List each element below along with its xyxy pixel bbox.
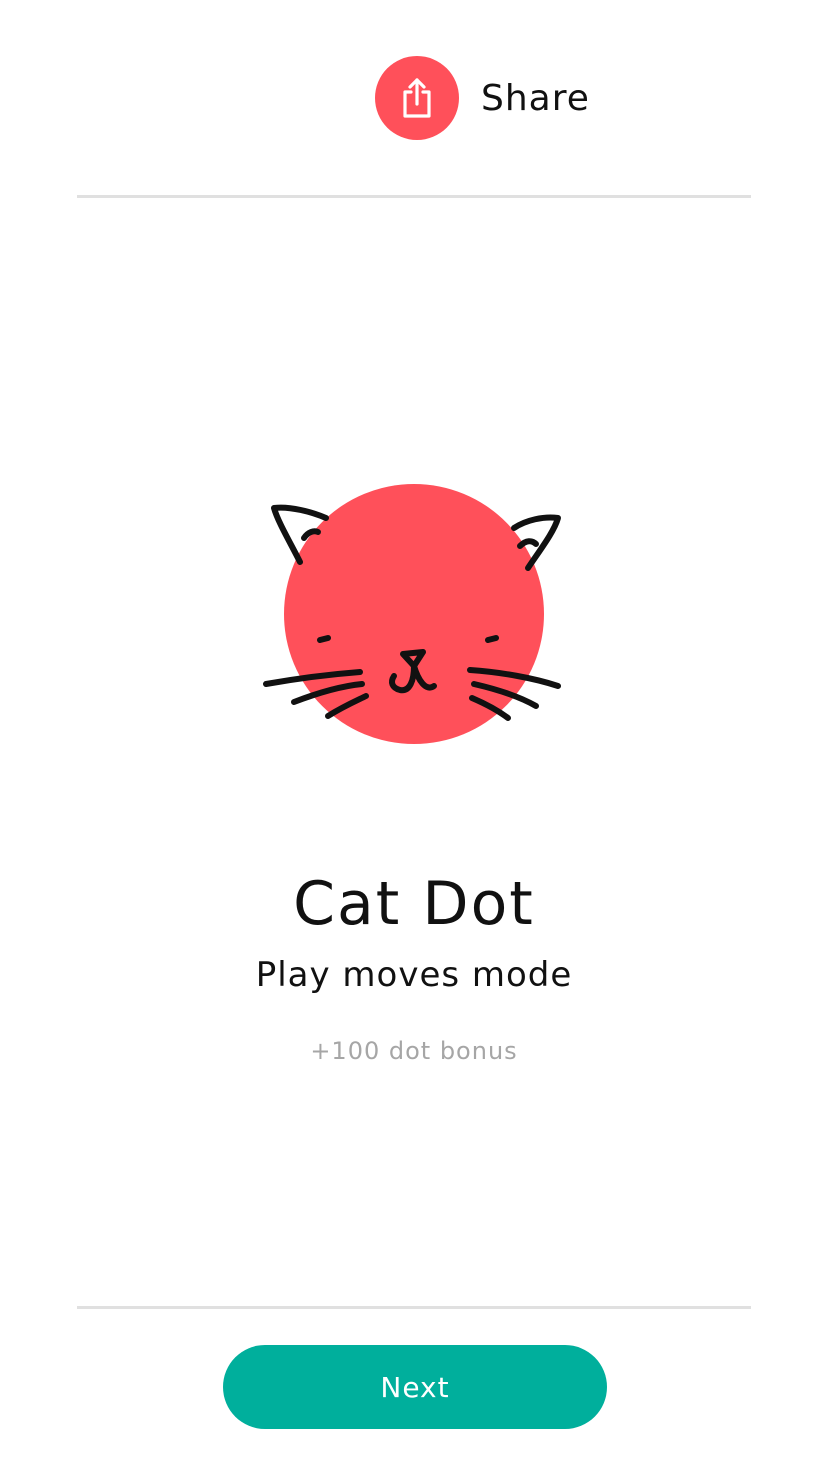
dot-subtitle: Play moves mode — [255, 955, 573, 995]
cat-face-icon — [263, 484, 561, 744]
bottom-divider — [77, 1306, 751, 1309]
share-icon-circle[interactable] — [375, 56, 459, 140]
dot-title: Cat Dot — [293, 869, 535, 939]
next-button[interactable]: Next — [223, 1345, 607, 1429]
top-divider — [77, 195, 751, 198]
share-icon — [403, 78, 431, 118]
share-button[interactable]: Share — [375, 56, 590, 140]
right-eye — [485, 635, 499, 643]
cat-dot-circle — [284, 484, 544, 744]
share-label[interactable]: Share — [481, 78, 590, 119]
left-eye — [317, 635, 331, 643]
bonus-text: +100 dot bonus — [310, 1037, 518, 1065]
